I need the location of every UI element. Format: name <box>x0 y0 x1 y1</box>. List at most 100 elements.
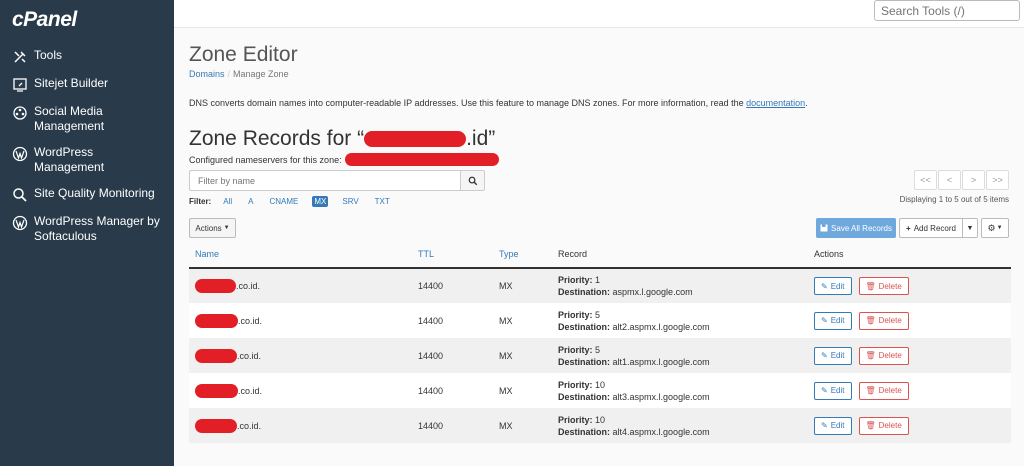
pencil-icon: ✎ <box>821 351 828 360</box>
top-bar <box>174 0 1024 28</box>
record-type: MX <box>493 268 552 303</box>
column-header-name[interactable]: Name <box>189 241 412 269</box>
edit-button[interactable]: ✎ Edit <box>814 277 852 295</box>
delete-button[interactable]: 🗑 Delete <box>858 311 909 330</box>
add-record-button[interactable]: + Add Record <box>899 218 963 238</box>
description-end: . <box>805 98 808 108</box>
destination-label: Destination: <box>558 321 611 332</box>
last-page-button[interactable]: >> <box>986 170 1009 190</box>
delete-button[interactable]: 🗑 Delete <box>858 416 909 435</box>
edit-label: Edit <box>830 386 845 395</box>
zone-records-heading: Zone Records for “ .id” <box>189 127 495 151</box>
page-title: Zone Editor <box>189 43 298 66</box>
documentation-link[interactable]: documentation <box>746 98 805 108</box>
redacted-name <box>195 279 236 293</box>
breadcrumb-separator: / <box>227 69 231 79</box>
record-ttl: 14400 <box>412 338 493 373</box>
delete-label: Delete <box>878 316 902 325</box>
trash-icon: 🗑 <box>865 281 876 291</box>
trash-icon: 🗑 <box>865 386 876 395</box>
sidebar-item-tools[interactable]: Tools <box>0 48 174 65</box>
filter-type-mx[interactable]: MX <box>312 196 329 207</box>
sidebar-item-label: WordPress Management <box>34 145 105 174</box>
filter-type-txt[interactable]: TXT <box>373 196 392 207</box>
filter-type-a[interactable]: A <box>246 196 255 207</box>
pagination: << < > >> <box>913 170 1009 190</box>
destination-label: Destination: <box>558 287 611 297</box>
redacted-domain <box>364 131 467 147</box>
sidebar-item-label: Tools <box>34 48 63 62</box>
record-destination: alt2.aspmx.l.google.com <box>612 321 710 332</box>
column-header-actions: Actions <box>808 241 1011 269</box>
edit-button[interactable]: ✎ Edit <box>814 416 852 435</box>
pagination-info: Displaying 1 to 5 out of 5 items <box>899 195 1009 204</box>
pencil-icon: ✎ <box>821 281 828 291</box>
save-all-records-button[interactable]: Save All Records <box>816 218 896 238</box>
column-header-type[interactable]: Type <box>493 241 552 269</box>
sidebar: cPanel Tools Sitejet Builder Social Medi… <box>0 0 174 466</box>
edit-label: Edit <box>830 316 845 325</box>
delete-label: Delete <box>878 281 902 291</box>
first-page-button[interactable]: << <box>914 170 937 190</box>
actions-dropdown-button[interactable]: Actions ▼ <box>189 218 236 238</box>
sidebar-item-social-media[interactable]: Social Media Management <box>0 104 174 134</box>
record-ttl: 14400 <box>412 373 493 408</box>
settings-dropdown-button[interactable]: ⚙ ▼ <box>981 218 1009 238</box>
pencil-icon: ✎ <box>821 316 828 325</box>
table-row: .co.id. 14400 MX Priority: 5 Destination… <box>189 338 1011 373</box>
sidebar-item-sitejet[interactable]: Sitejet Builder <box>0 76 174 93</box>
edit-button[interactable]: ✎ Edit <box>814 346 852 365</box>
sidebar-item-wordpress-manager[interactable]: WordPress Manager by Softaculous <box>0 214 174 244</box>
sidebar-item-label: Social Media Management <box>34 104 105 133</box>
record-destination: alt4.aspmx.l.google.com <box>612 426 710 437</box>
delete-label: Delete <box>878 386 902 395</box>
search-icon <box>468 176 477 185</box>
redacted-name <box>195 383 238 398</box>
next-page-button[interactable]: > <box>962 170 985 190</box>
destination-label: Destination: <box>558 426 611 437</box>
filter-by-name-input[interactable] <box>189 170 460 191</box>
plus-icon: + <box>906 223 911 233</box>
priority-label: Priority: <box>558 344 593 355</box>
breadcrumb: Domains / Manage Zone <box>189 69 289 79</box>
sidebar-item-label: Site Quality Monitoring <box>34 186 155 200</box>
delete-button[interactable]: 🗑 Delete <box>858 277 909 295</box>
nameservers-label: Configured nameservers for this zone: <box>189 154 342 165</box>
table-row: .co.id. 14400 MX Priority: 10 Destinatio… <box>189 373 1011 408</box>
record-priority: 1 <box>595 275 601 285</box>
search-tools-input[interactable] <box>874 0 1020 21</box>
delete-button[interactable]: 🗑 Delete <box>858 346 909 365</box>
filter-type-srv[interactable]: SRV <box>340 196 360 207</box>
edit-button[interactable]: ✎ Edit <box>814 311 852 330</box>
filter-type-all[interactable]: All <box>221 196 234 207</box>
delete-button[interactable]: 🗑 Delete <box>858 381 909 400</box>
pencil-icon: ✎ <box>821 386 828 395</box>
add-record-dropdown-toggle[interactable]: ▼ <box>963 218 978 238</box>
trash-icon: 🗑 <box>865 316 876 325</box>
record-ttl: 14400 <box>412 268 493 303</box>
caret-down-icon: ▼ <box>223 225 230 231</box>
edit-button[interactable]: ✎ Edit <box>814 381 852 400</box>
zone-heading-suffix: .id” <box>466 127 496 150</box>
social-media-icon <box>13 106 27 120</box>
filter-search-button[interactable] <box>460 170 485 191</box>
record-name: .co.id. <box>236 281 261 291</box>
record-details: Priority: 10 Destination: alt3.aspmx.l.g… <box>552 373 808 408</box>
table-row: .co.id. 14400 MX Priority: 5 Destination… <box>189 303 1011 338</box>
column-header-ttl[interactable]: TTL <box>412 241 493 269</box>
cpanel-logo[interactable]: cPanel <box>12 8 77 32</box>
breadcrumb-domains-link[interactable]: Domains <box>189 69 225 79</box>
record-name: .co.id. <box>238 315 263 326</box>
zone-records-table: Name TTL Type Record Actions .co.id. 144… <box>189 241 1011 443</box>
description-text: DNS converts domain names into computer-… <box>189 98 747 108</box>
zone-heading-prefix: Zone Records for “ <box>189 127 365 150</box>
filter-type-cname[interactable]: CNAME <box>267 196 300 207</box>
sidebar-item-wordpress-management[interactable]: WordPress Management <box>0 145 174 175</box>
prev-page-button[interactable]: < <box>938 170 961 190</box>
sidebar-item-site-quality[interactable]: Site Quality Monitoring <box>0 186 174 203</box>
record-details: Priority: 10 Destination: alt4.aspmx.l.g… <box>552 408 808 443</box>
column-header-record: Record <box>552 241 808 269</box>
actions-label: Actions <box>195 223 222 233</box>
filter-group <box>189 170 485 191</box>
record-priority: 5 <box>595 344 601 355</box>
